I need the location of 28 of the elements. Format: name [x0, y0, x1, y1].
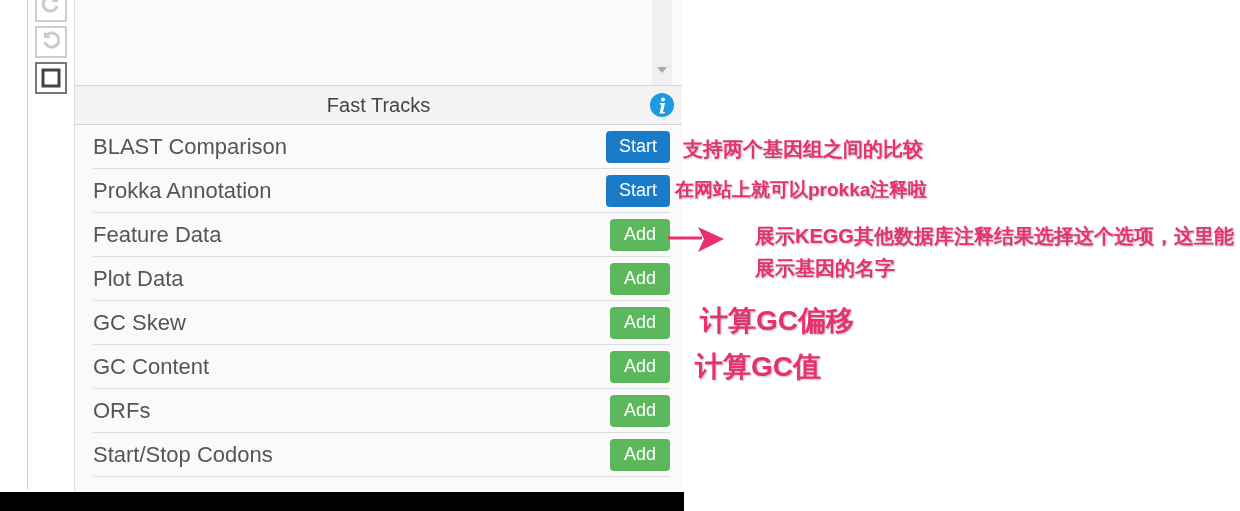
- start-button[interactable]: Start: [606, 130, 670, 163]
- track-label: Plot Data: [93, 265, 184, 293]
- scroll-down-icon[interactable]: [657, 67, 667, 73]
- track-label: Feature Data: [93, 221, 222, 249]
- track-label: GC Skew: [93, 309, 186, 337]
- start-button[interactable]: Start: [606, 174, 670, 207]
- annotation-note: 支持两个基因组之间的比较: [683, 137, 923, 162]
- info-icon[interactable]: [650, 93, 674, 117]
- stop-icon: [40, 67, 62, 89]
- add-button[interactable]: Add: [610, 438, 670, 471]
- annotation-heading: 计算GC值: [695, 350, 821, 384]
- annotation-note: 展示KEGG其他数据库注释结果选择这个选项，这里能展示基因的名字: [755, 224, 1235, 281]
- add-button[interactable]: Add: [610, 262, 670, 295]
- track-label: BLAST Comparison: [93, 133, 287, 161]
- track-label: GC Content: [93, 353, 210, 381]
- add-button[interactable]: Add: [610, 394, 670, 427]
- track-label: Start/Stop Codons: [93, 441, 273, 469]
- annotation-heading: 计算GC偏移: [700, 304, 854, 338]
- add-button[interactable]: Add: [610, 218, 670, 251]
- stop-button[interactable]: [35, 62, 67, 94]
- panel-title: Fast Tracks: [326, 93, 431, 118]
- add-button[interactable]: Add: [610, 350, 670, 383]
- scrollbar[interactable]: [652, 0, 672, 85]
- arrow-icon: [668, 224, 724, 254]
- add-button[interactable]: Add: [610, 306, 670, 339]
- track-label: Prokka Annotation: [93, 177, 272, 205]
- annotation-note: 在网站上就可以prokka注释啦: [675, 178, 928, 202]
- track-label: ORFs: [93, 397, 151, 425]
